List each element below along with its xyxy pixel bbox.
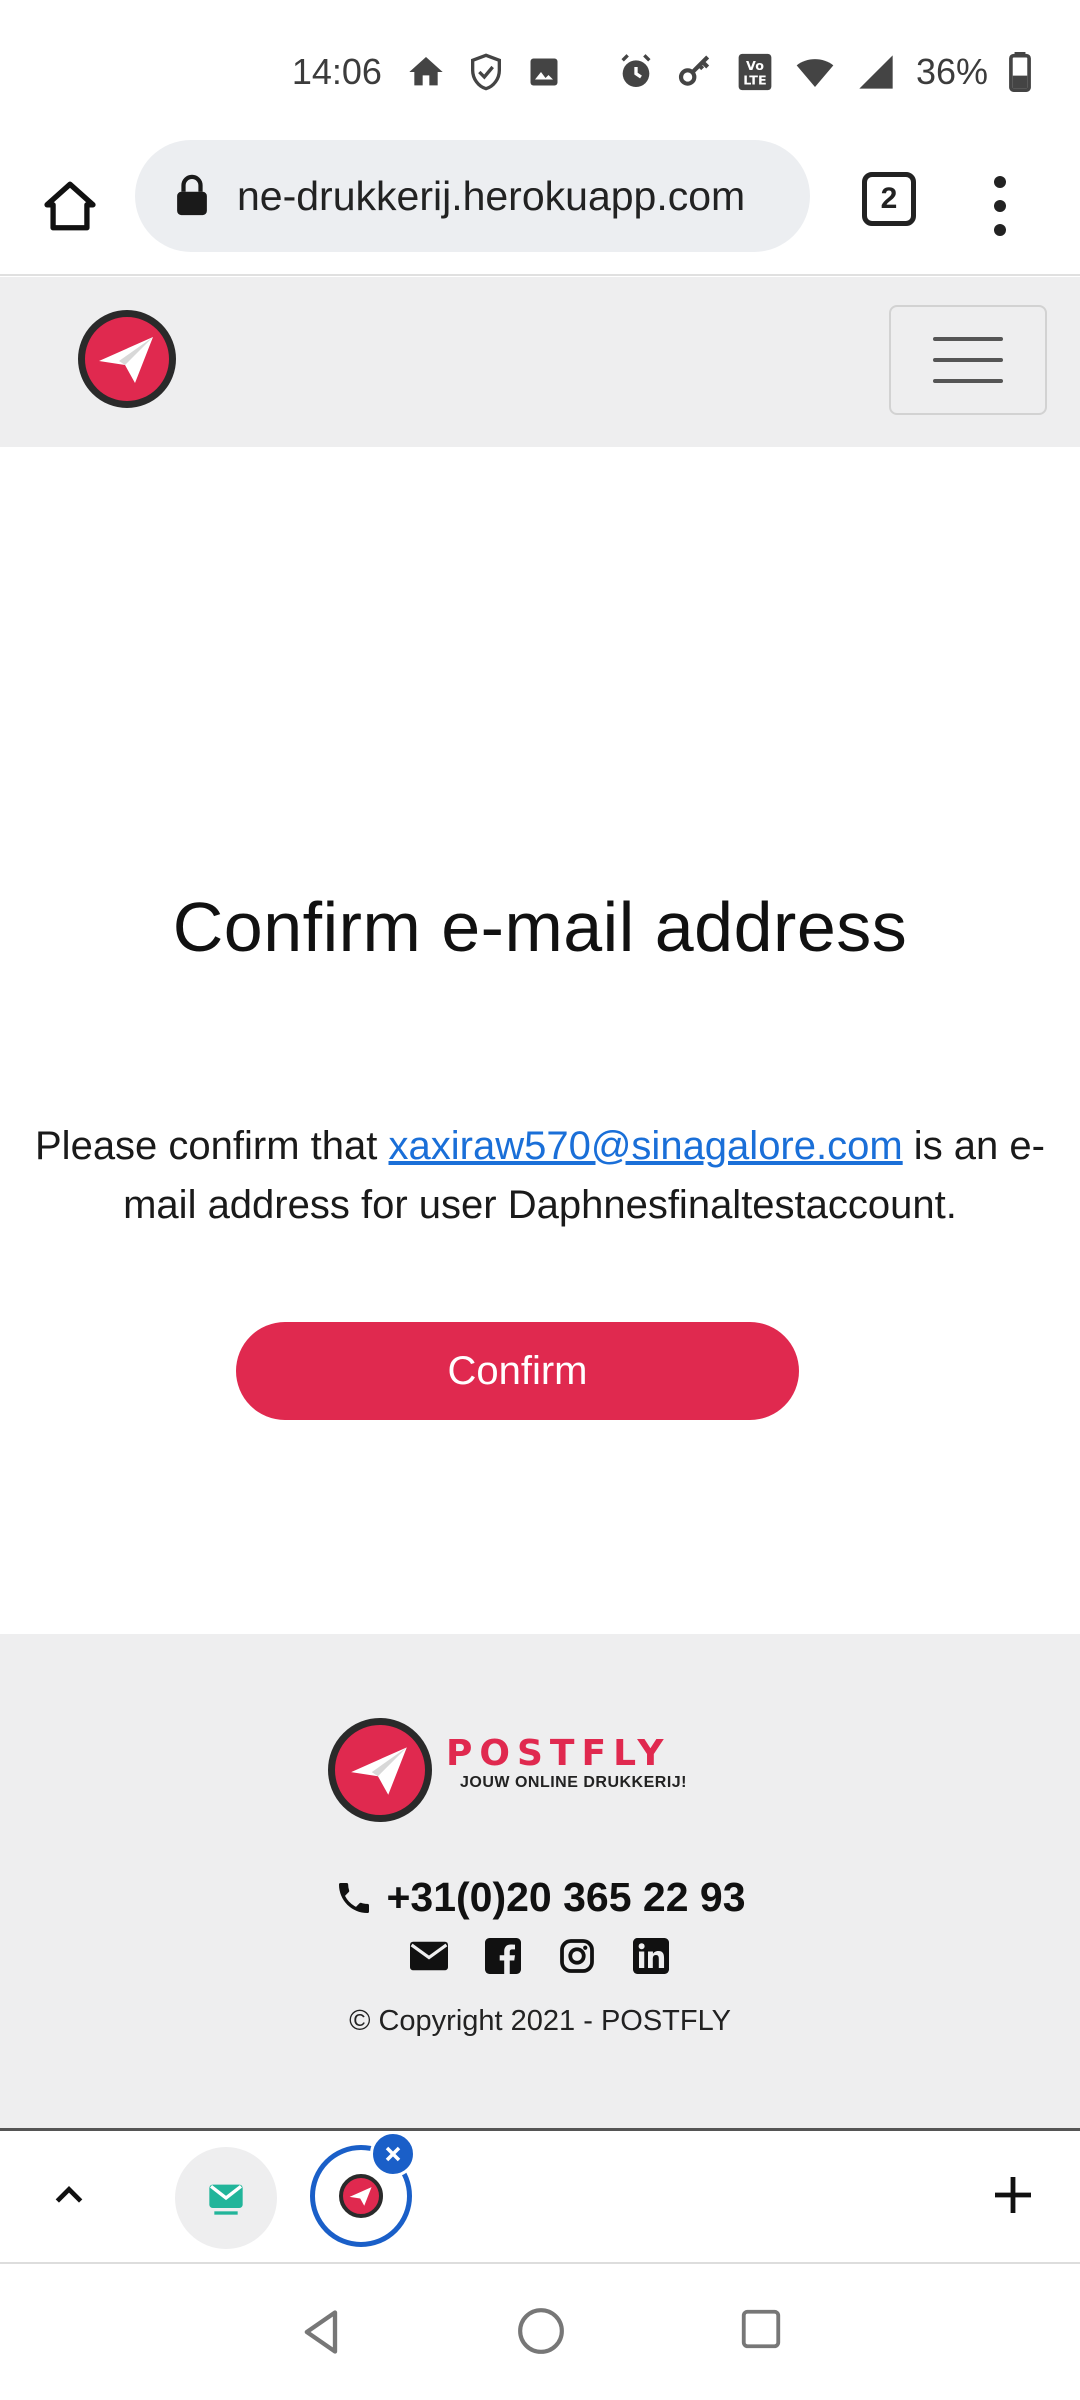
- recents-icon[interactable]: [738, 2306, 784, 2357]
- paper-plane-icon: [99, 337, 153, 383]
- menu-dot: [994, 200, 1006, 212]
- browser-home-button[interactable]: [36, 172, 104, 240]
- home-circle-icon[interactable]: [516, 2306, 566, 2361]
- url-bar[interactable]: ne-drukkerij.herokuapp.com: [135, 140, 810, 252]
- svg-text:Vo: Vo: [746, 58, 764, 73]
- hamburger-line: [933, 337, 1003, 341]
- mail-icon[interactable]: [410, 1937, 448, 1975]
- menu-toggle-button[interactable]: [889, 305, 1047, 415]
- new-tab-button[interactable]: [985, 2167, 1041, 2223]
- browser-toolbar: ne-drukkerij.herokuapp.com 2: [0, 140, 1080, 276]
- more-vert-icon[interactable]: [980, 170, 1020, 242]
- site-footer: POSTFLY JOUW ONLINE DRUKKERIJ! +31(0)20 …: [0, 1634, 1080, 2128]
- status-time: 14:06: [291, 51, 382, 92]
- tab-switcher-button[interactable]: 2: [862, 172, 916, 226]
- brand-name: POSTFLY: [446, 1733, 671, 1774]
- confirm-button[interactable]: Confirm: [236, 1322, 799, 1420]
- home-icon: [44, 181, 96, 231]
- footer-logo[interactable]: POSTFLY JOUW ONLINE DRUKKERIJ!: [328, 1718, 687, 1822]
- menu-dot: [994, 176, 1006, 188]
- alarm-icon: [616, 52, 656, 92]
- volte-icon: Vo LTE: [736, 52, 774, 92]
- wifi-icon: [794, 52, 836, 92]
- facebook-icon[interactable]: [484, 1937, 522, 1975]
- image-icon: [526, 54, 562, 90]
- system-nav-bar: [0, 2264, 1080, 2400]
- home-icon: [406, 52, 446, 92]
- main-content: Confirm e-mail address Please confirm th…: [0, 447, 1080, 1634]
- status-icons: 14:06 Vo LTE 36%: [292, 44, 1032, 100]
- signal-icon: [856, 52, 896, 92]
- battery-percent: 36%: [915, 51, 988, 92]
- site-navbar: [0, 277, 1080, 447]
- linkedin-icon[interactable]: [632, 1937, 670, 1975]
- confirm-message: Please confirm that xaxiraw570@sinagalor…: [0, 1117, 1080, 1235]
- message-prefix: Please confirm that: [35, 1124, 389, 1168]
- paper-plane-icon: [339, 2174, 383, 2218]
- brand-wordmark: POSTFLY JOUW ONLINE DRUKKERIJ!: [446, 1734, 687, 1792]
- page-title: Confirm e-mail address: [172, 888, 908, 966]
- shield-icon: [466, 52, 506, 92]
- menu-dot: [994, 224, 1006, 236]
- hamburger-line: [933, 379, 1003, 383]
- status-bar: 14:06 Vo LTE 36%: [0, 0, 1080, 140]
- email-link[interactable]: xaxiraw570@sinagalore.com: [389, 1124, 903, 1168]
- hamburger-line: [933, 358, 1003, 362]
- close-icon[interactable]: [370, 2131, 416, 2177]
- tab-strip: [0, 2128, 1080, 2264]
- instagram-icon[interactable]: [558, 1937, 596, 1975]
- tab-thumbnail-tempmail[interactable]: [175, 2147, 277, 2249]
- site-logo[interactable]: [78, 310, 176, 408]
- svg-text:LTE: LTE: [743, 73, 766, 88]
- footer-logo-circle: [328, 1718, 432, 1822]
- phone-number: +31(0)20 365 22 93: [386, 1874, 746, 1920]
- chevron-up-icon[interactable]: [44, 2171, 94, 2221]
- social-links: [0, 1937, 1080, 1975]
- key-icon: [676, 52, 716, 92]
- phone-icon: [339, 1882, 370, 1913]
- lock-icon: [175, 174, 209, 218]
- battery-icon: [1008, 52, 1032, 92]
- brand-tagline: JOUW ONLINE DRUKKERIJ!: [460, 1774, 688, 1791]
- paper-plane-icon: [351, 1747, 407, 1795]
- plus-icon: [995, 2177, 1031, 2213]
- copyright-text: © Copyright 2021 - POSTFLY: [349, 2005, 731, 2037]
- back-icon[interactable]: [296, 2306, 348, 2363]
- url-text: ne-drukkerij.herokuapp.com: [237, 172, 746, 219]
- footer-phone[interactable]: +31(0)20 365 22 93: [0, 1874, 1080, 1921]
- temp-mail-icon: [209, 2184, 243, 2215]
